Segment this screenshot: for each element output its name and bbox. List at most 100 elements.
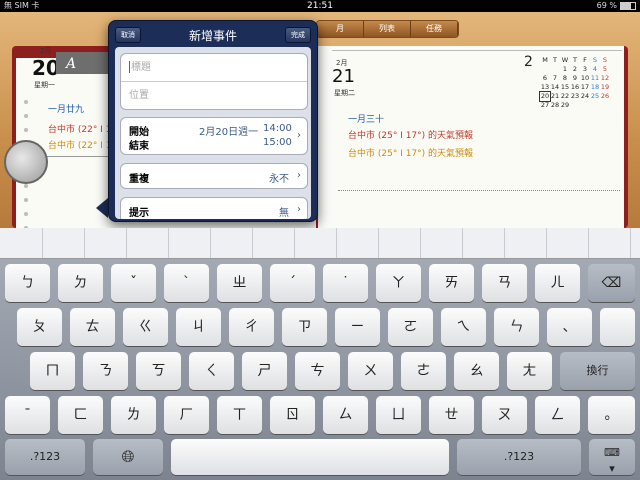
candidate-cell[interactable] [42,228,85,258]
key-zhuyin[interactable]: ㄐ [176,308,221,346]
day-cell[interactable]: 24 [580,92,590,101]
day-cell[interactable]: 16 [570,83,580,92]
day-cell[interactable]: 6 [540,74,550,83]
key-zhuyin[interactable]: ㄧ [335,308,380,346]
candidate-cell[interactable] [294,228,337,258]
candidate-cell[interactable] [84,228,127,258]
day-cell[interactable]: 19 [600,83,610,92]
day-cell-selected[interactable]: 20 [539,91,551,102]
key-zhuyin[interactable]: ㄌ [111,396,156,434]
return-key[interactable]: 換行 [560,352,635,390]
key-zhuyin[interactable]: ㄚ [376,264,421,302]
day-cell[interactable]: 9 [570,74,580,83]
key-zhuyin[interactable]: ㄔ [229,308,274,346]
day-cell[interactable]: 26 [600,92,610,101]
key-zhuyin[interactable]: ㄦ [535,264,580,302]
candidate-cell[interactable] [168,228,211,258]
day-cell[interactable]: 4 [590,65,600,74]
day-cell[interactable]: 18 [590,83,600,92]
location-input[interactable]: 位置 [121,81,307,109]
key-zhuyin[interactable]: ㄎ [136,352,181,390]
key-zhuyin[interactable]: ˉ [5,396,50,434]
key-zhuyin[interactable]: ㄑ [189,352,234,390]
key-punctuation[interactable]: 、 [547,308,592,346]
key-punctuation[interactable]: 。 [588,396,635,434]
candidate-cell[interactable] [588,228,631,258]
candidate-cell[interactable] [252,228,295,258]
key-zhuyin[interactable]: ㄩ [376,396,421,434]
key-zhuyin[interactable]: ㄊ [70,308,115,346]
key-zhuyin[interactable]: ㄥ [535,396,580,434]
numbers-key[interactable]: .?123 [5,439,85,475]
day-cell[interactable]: 29 [560,101,570,110]
left-weather-event[interactable]: 台中市 (22° I 16 [48,138,117,151]
key-zhuyin[interactable]: ㄇ [30,352,75,390]
day-cell[interactable]: 2 [570,65,580,74]
key-zhuyin[interactable]: ˙ [323,264,368,302]
key-zhuyin[interactable]: ㄉ [58,264,103,302]
key-zhuyin[interactable]: ㄡ [482,396,527,434]
key-zhuyin[interactable]: ˊ [270,264,315,302]
key-zhuyin[interactable]: ㄈ [58,396,103,434]
done-button[interactable]: 完成 [285,27,311,43]
day-cell[interactable]: 28 [550,101,560,110]
alert-row[interactable]: 提示 無 › [120,197,308,219]
key-zhuyin[interactable]: ㄓ [217,264,262,302]
key-zhuyin[interactable]: ㄗ [282,308,327,346]
key-zhuyin[interactable]: ㄍ [123,308,168,346]
key-zhuyin[interactable]: ㄆ [17,308,62,346]
day-cell[interactable]: 21 [550,92,560,101]
day-cell[interactable]: 27 [540,101,550,110]
day-cell[interactable] [540,65,550,74]
key-zhuyin[interactable]: ㄋ [83,352,128,390]
key-zhuyin[interactable]: ㄕ [242,352,287,390]
key-zhuyin[interactable]: ㄅ [5,264,50,302]
key-zhuyin[interactable]: ㄜ [401,352,446,390]
key-zhuyin[interactable]: ˋ [164,264,209,302]
candidate-cell[interactable] [420,228,463,258]
day-cell[interactable]: 17 [580,83,590,92]
candidate-cell[interactable] [462,228,505,258]
day-cell[interactable]: 8 [560,74,570,83]
right-weather-event[interactable]: 台中市 (25° I 17°) 的天氣預報 [348,128,473,141]
day-cell[interactable]: 13 [540,83,550,92]
key-zhuyin[interactable]: ㄏ [164,396,209,434]
tab-month[interactable]: 月 [317,21,364,37]
repeat-row[interactable]: 重複 永不 › [120,163,308,189]
day-cell[interactable]: 15 [560,83,570,92]
candidate-cell[interactable] [0,228,43,258]
space-key[interactable] [171,439,449,475]
numbers-key[interactable]: .?123 [457,439,581,475]
candidate-cell[interactable] [546,228,589,258]
key-zhuyin[interactable]: ㄟ [441,308,486,346]
key-zhuyin[interactable]: ㄣ [494,308,539,346]
key-zhuyin[interactable]: ㄛ [388,308,433,346]
globe-key[interactable]: 🌐︎ [93,439,163,475]
candidate-cell[interactable] [504,228,547,258]
key-blank[interactable] [600,308,635,346]
candidate-cell[interactable] [336,228,379,258]
key-zhuyin[interactable]: ㄘ [295,352,340,390]
key-zhuyin[interactable]: ㄨ [348,352,393,390]
day-cell[interactable]: 23 [570,92,580,101]
hide-keyboard-key[interactable]: ⌨︎ ▾ [589,439,635,475]
day-cell[interactable] [550,65,560,74]
day-cell[interactable]: 14 [550,83,560,92]
key-zhuyin[interactable]: ㄠ [454,352,499,390]
title-input[interactable]: 標題 [121,54,307,81]
key-zhuyin[interactable]: ㄢ [482,264,527,302]
key-zhuyin[interactable]: ㄤ [507,352,552,390]
assistive-touch-button[interactable] [4,140,48,184]
key-zhuyin[interactable]: ㄖ [270,396,315,434]
tab-list[interactable]: 列表 [364,21,411,37]
right-weather-event[interactable]: 台中市 (25° I 17°) 的天氣預報 [348,146,473,159]
day-cell[interactable]: 7 [550,74,560,83]
key-zhuyin[interactable]: ˇ [111,264,156,302]
day-cell[interactable]: 22 [560,92,570,101]
key-zhuyin[interactable]: ㄝ [429,396,474,434]
day-cell[interactable]: 25 [590,92,600,101]
day-cell[interactable]: 10 [580,74,590,83]
day-cell[interactable]: 12 [600,74,610,83]
key-zhuyin[interactable]: ㄒ [217,396,262,434]
handwriting-icon[interactable]: A [66,56,76,72]
